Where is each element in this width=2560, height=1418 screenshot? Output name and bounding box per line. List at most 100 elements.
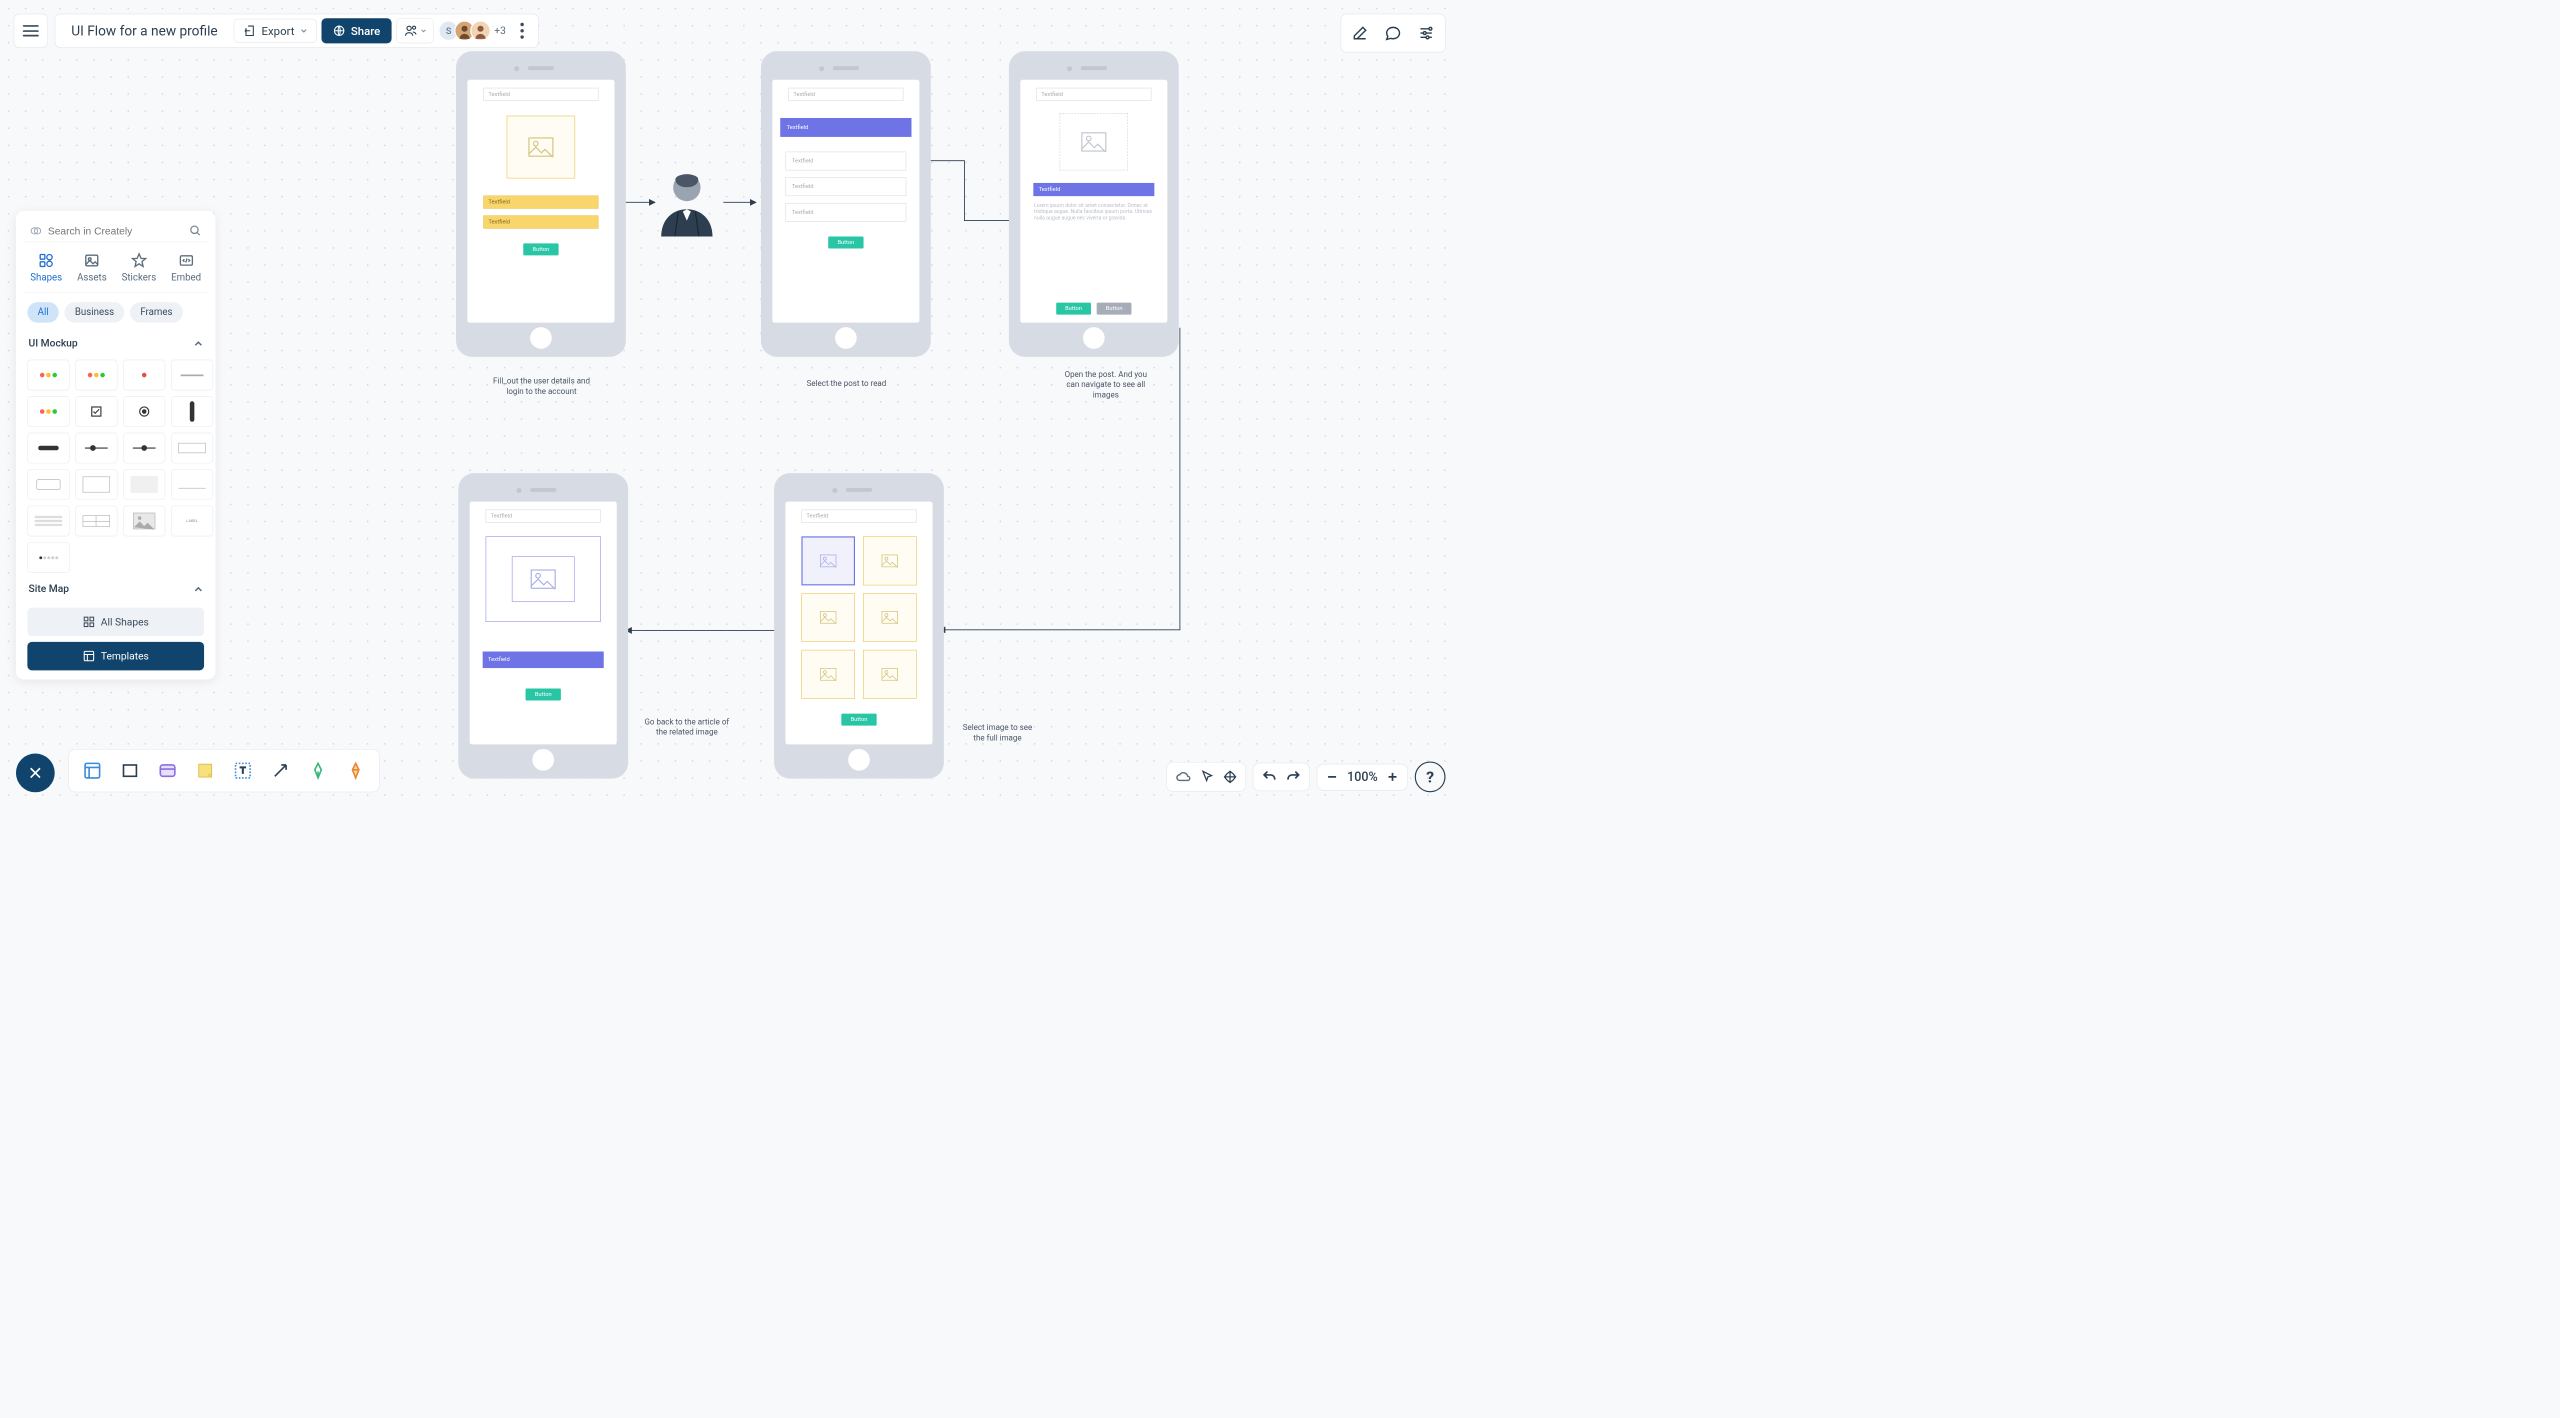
tab-assets[interactable]: Assets: [77, 253, 107, 284]
connector-arrow[interactable]: [621, 625, 781, 636]
shape-card[interactable]: [123, 469, 165, 500]
zoom-in-icon[interactable]: [1386, 770, 1400, 784]
phone-post-detail[interactable]: Textfield Textfield Lorem ipsum dolor si…: [1009, 51, 1179, 357]
chat-icon: [1385, 25, 1402, 42]
main-menu-button[interactable]: [14, 14, 48, 48]
tab-shapes[interactable]: Shapes: [30, 253, 62, 284]
lorem-text: Lorem ipsum dolor sit amet consectetur. …: [1028, 203, 1159, 221]
avatar-stack[interactable]: S +3: [438, 21, 505, 42]
export-icon: [243, 25, 256, 38]
shape-button[interactable]: [27, 469, 69, 500]
tool-container[interactable]: [153, 756, 182, 785]
shape-window-mac-2[interactable]: [27, 396, 69, 427]
phone-login[interactable]: Textfield Textfield Textfield Button: [456, 51, 626, 357]
textfield-selected: Textfield: [1034, 183, 1155, 196]
shape-scrollbar-horizontal[interactable]: [27, 433, 69, 464]
image-placeholder: [1060, 113, 1128, 170]
button: Button: [841, 714, 876, 726]
textfield: Textfield: [786, 203, 907, 222]
button: Button: [523, 243, 558, 255]
tab-embed[interactable]: Embed: [171, 253, 201, 284]
more-avatars-count[interactable]: +3: [494, 25, 506, 37]
shape-textarea[interactable]: [75, 469, 117, 500]
shape-dropdown[interactable]: [171, 469, 213, 500]
chevron-down-icon: [421, 28, 427, 34]
shape-scrollbar-vertical[interactable]: [171, 396, 213, 427]
chip-all[interactable]: All: [27, 302, 59, 323]
tool-frame[interactable]: [78, 756, 107, 785]
avatar-person-icon: [471, 21, 489, 42]
template-icon: [83, 650, 96, 663]
edit-button[interactable]: [1346, 19, 1375, 47]
redo-icon[interactable]: [1286, 769, 1302, 785]
share-button[interactable]: Share: [321, 18, 391, 43]
edit-icon: [1351, 25, 1368, 42]
cloud-sync-group: [1166, 762, 1246, 792]
shape-radio[interactable]: [123, 396, 165, 427]
shape-slider-2[interactable]: [123, 433, 165, 464]
globe-icon: [333, 25, 346, 38]
search-icon[interactable]: [189, 225, 202, 238]
phone-article[interactable]: Textfield Textfield Button: [458, 473, 628, 779]
tool-highlighter[interactable]: [341, 756, 370, 785]
textfield-selected: Textfield: [780, 118, 911, 137]
cursor-icon[interactable]: [1200, 770, 1215, 785]
undo-icon[interactable]: [1262, 769, 1278, 785]
search-input[interactable]: [48, 225, 184, 237]
textfield: Textfield: [786, 177, 907, 196]
shape-image[interactable]: [123, 506, 165, 537]
tool-rectangle[interactable]: [116, 756, 144, 785]
shape-input[interactable]: [171, 433, 213, 464]
help-button[interactable]: ?: [1415, 762, 1446, 793]
textfield: Textfield: [1036, 88, 1151, 101]
collaborators-button[interactable]: [396, 18, 434, 43]
zoom-group: 100%: [1317, 764, 1408, 791]
section-ui-mockup[interactable]: UI Mockup: [23, 332, 209, 355]
tool-pen[interactable]: [304, 756, 333, 785]
phone-gallery[interactable]: Textfield Button: [774, 473, 944, 779]
comments-button[interactable]: [1379, 19, 1408, 47]
shape-window-mac-wide[interactable]: [75, 360, 117, 391]
document-title[interactable]: UI Flow for a new profile: [60, 23, 229, 39]
export-label: Export: [262, 24, 295, 38]
shape-window-dot[interactable]: [123, 360, 165, 391]
shape-list[interactable]: [27, 506, 69, 537]
shapes-icon: [38, 253, 54, 269]
tool-sticky[interactable]: [191, 756, 220, 785]
shape-slider[interactable]: [75, 433, 117, 464]
export-button[interactable]: Export: [234, 19, 317, 43]
toolbar-group: UI Flow for a new profile Export Share S…: [55, 14, 539, 48]
shape-table[interactable]: [75, 506, 117, 537]
shape-pagination[interactable]: [27, 542, 69, 573]
cloud-icon[interactable]: [1175, 768, 1192, 785]
more-options-button[interactable]: [510, 23, 533, 39]
sliders-icon: [1418, 25, 1435, 42]
close-panel-fab[interactable]: [16, 754, 55, 793]
tool-text[interactable]: [229, 756, 258, 785]
canvas[interactable]: Textfield Textfield Textfield Button Fil…: [0, 0, 1459, 808]
chip-business[interactable]: Business: [65, 302, 125, 323]
shape-checkbox[interactable]: [75, 396, 117, 427]
settings-button[interactable]: [1412, 19, 1441, 47]
tool-arrow[interactable]: [266, 756, 295, 785]
image-cell: [863, 650, 917, 699]
shape-label[interactable]: LABEL: [171, 506, 213, 537]
button-label: Templates: [101, 650, 149, 662]
zoom-out-icon[interactable]: [1325, 770, 1339, 784]
zoom-percent[interactable]: 100%: [1347, 770, 1378, 784]
tab-stickers[interactable]: Stickers: [122, 253, 157, 284]
shape-window-mac[interactable]: [27, 360, 69, 391]
shape-window-slim[interactable]: [171, 360, 213, 391]
person-shape[interactable]: [656, 168, 719, 236]
chip-frames[interactable]: Frames: [130, 302, 183, 323]
close-icon: [27, 765, 43, 781]
all-shapes-button[interactable]: All Shapes: [27, 608, 204, 637]
image-cell: [863, 536, 917, 585]
avatar[interactable]: [470, 21, 491, 42]
textfield: Textfield: [801, 510, 916, 523]
textfield: Textfield: [483, 196, 598, 209]
pan-icon[interactable]: [1223, 770, 1238, 785]
section-site-map[interactable]: Site Map: [23, 577, 209, 600]
phone-posts[interactable]: Textfield Textfield Textfield Textfield …: [761, 51, 931, 357]
templates-button[interactable]: Templates: [27, 642, 204, 671]
